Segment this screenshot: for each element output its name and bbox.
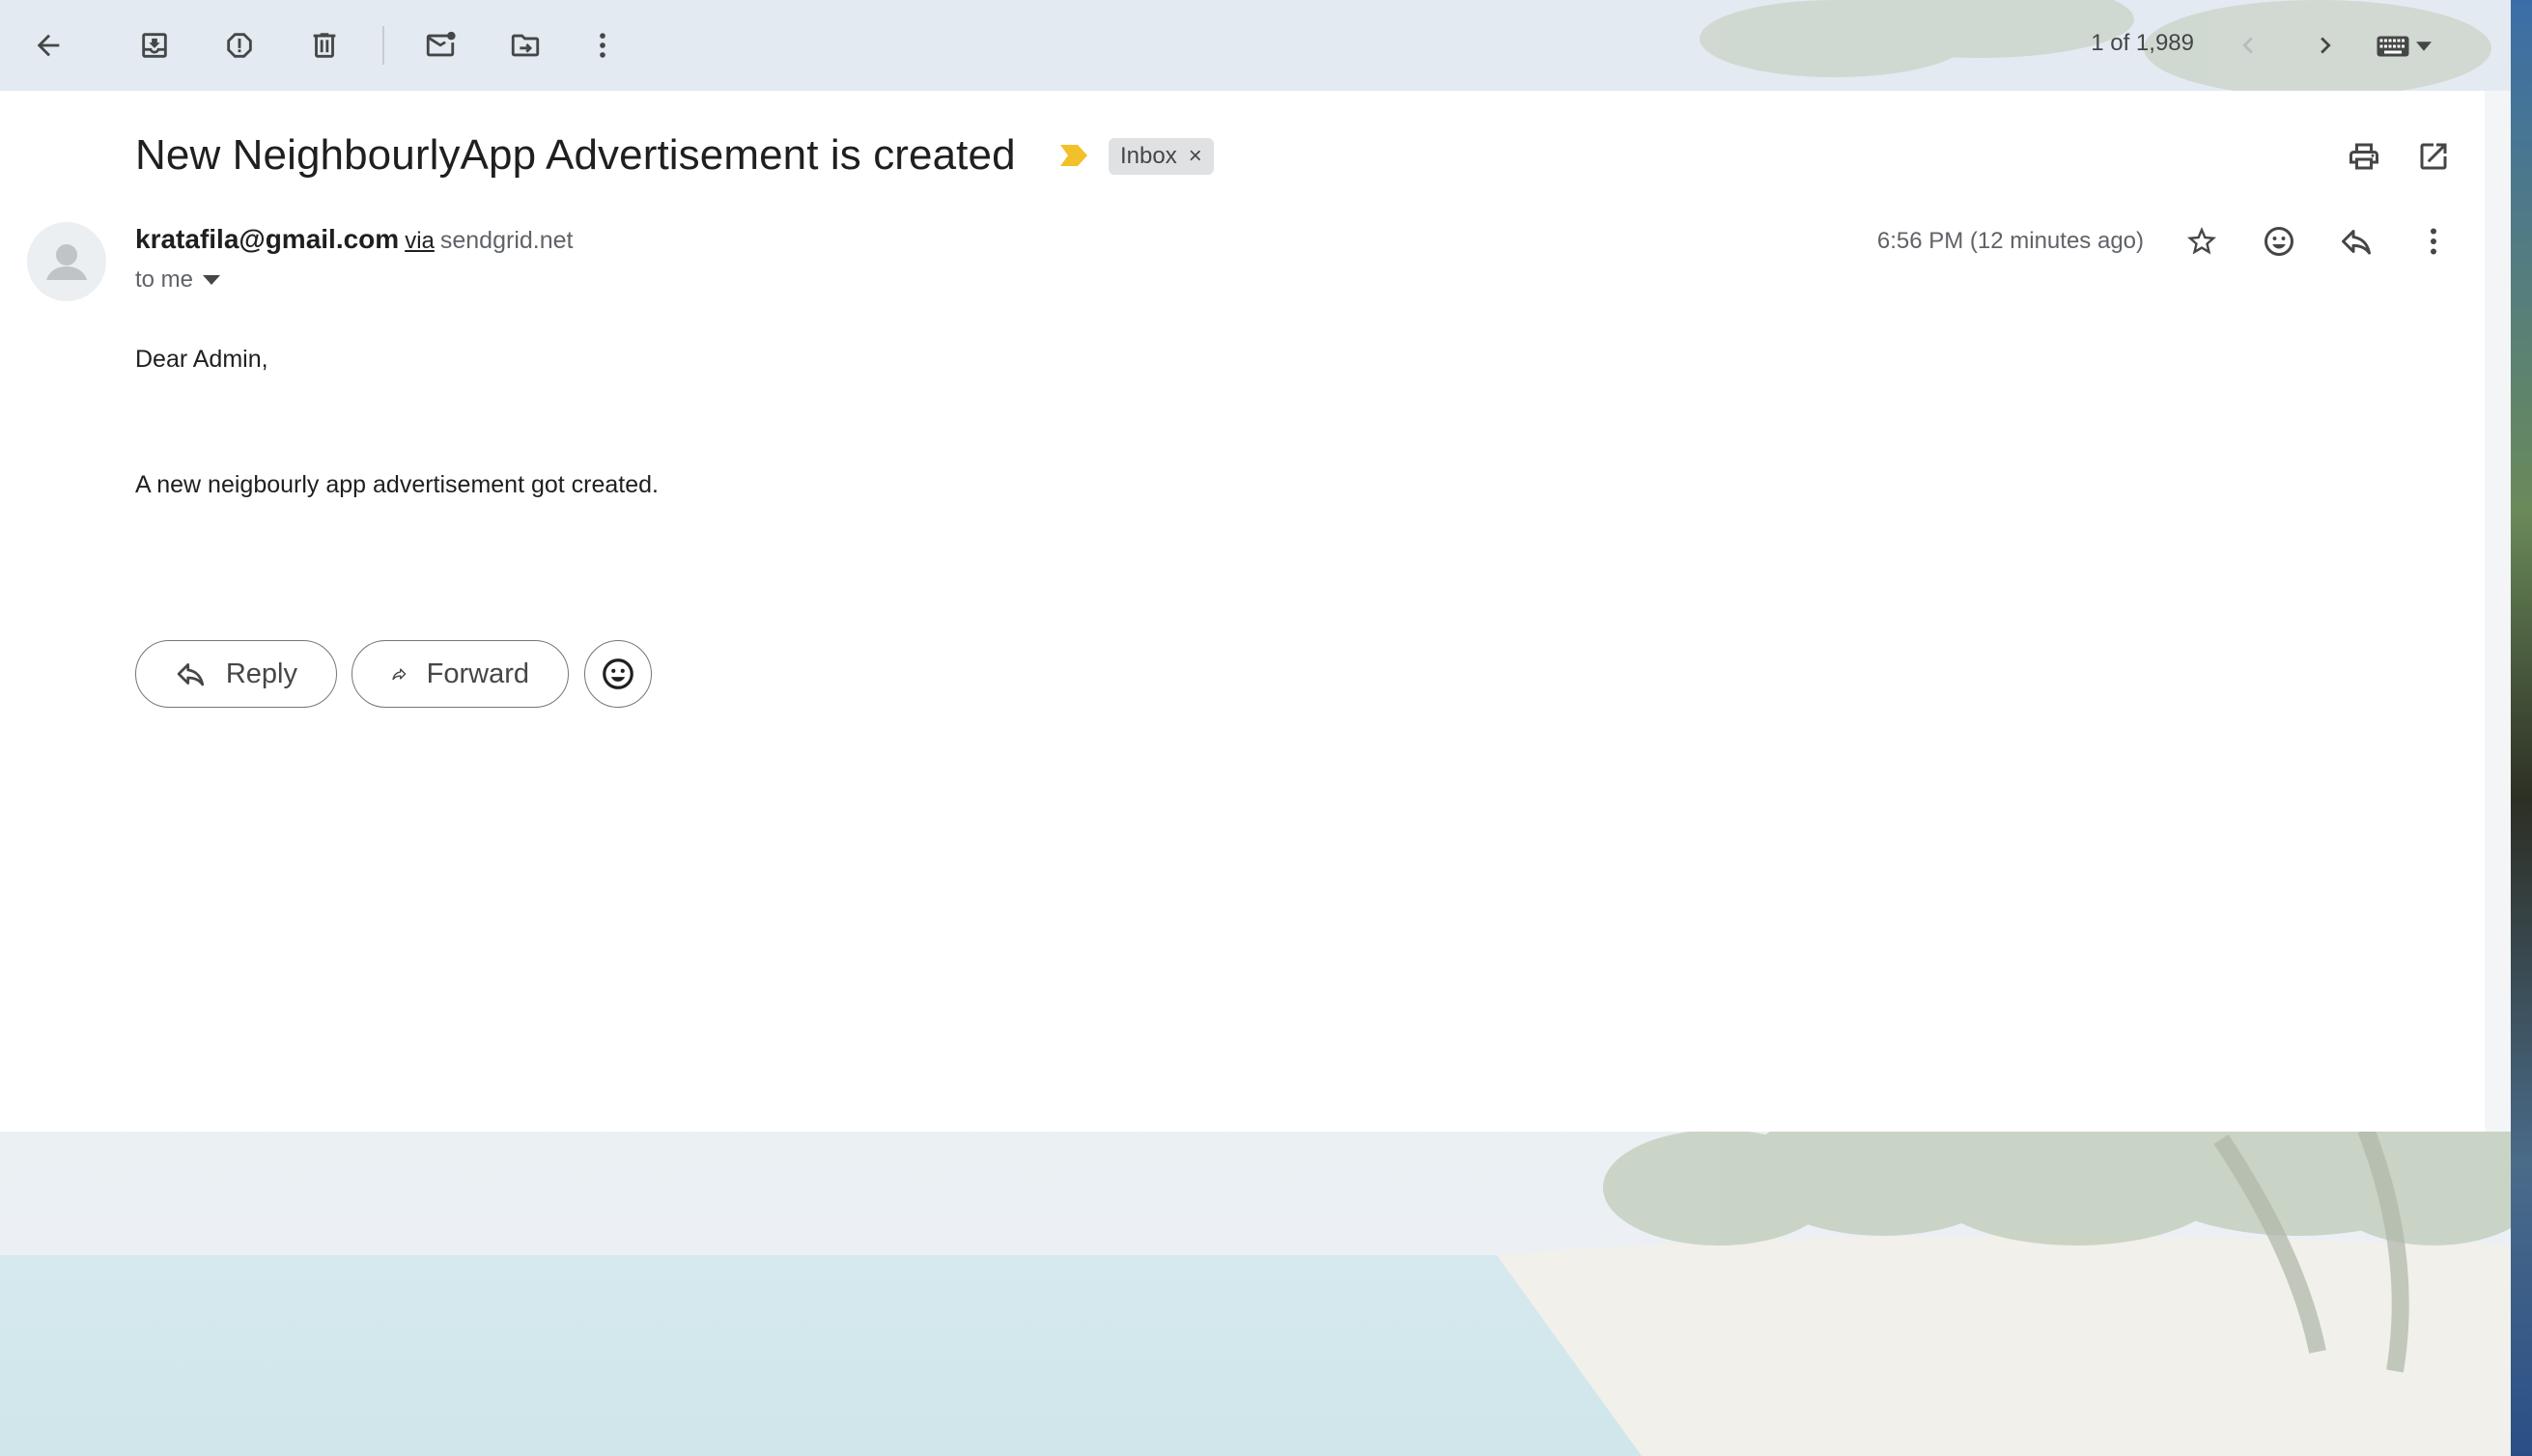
toolbar-divider — [382, 26, 384, 65]
archive-icon[interactable] — [131, 22, 178, 69]
back-icon[interactable] — [25, 22, 71, 69]
emoji-reaction-button[interactable] — [584, 640, 652, 708]
chevron-left-icon[interactable] — [2225, 22, 2271, 69]
email-body-text: A new neigbourly app advertisement got c… — [135, 471, 660, 498]
desktop-edge — [2511, 0, 2532, 1456]
more-vertical-icon[interactable] — [2410, 218, 2457, 265]
email-timestamp: 6:56 PM (12 minutes ago) — [1876, 228, 2144, 254]
emoji-icon — [603, 658, 633, 689]
sender-line: kratafila@gmail.com via sendgrid.net — [135, 224, 573, 255]
print-icon[interactable] — [2341, 133, 2387, 180]
email-body-greeting: Dear Admin, — [135, 346, 268, 373]
forward-button-label: Forward — [426, 658, 529, 689]
mark-unread-icon[interactable] — [417, 22, 464, 69]
message-toolbar: 1 of 1,989 — [0, 0, 2511, 91]
sender-email[interactable]: kratafila@gmail.com — [135, 224, 399, 254]
via-domain: sendgrid.net — [439, 227, 574, 254]
caret-down-icon — [203, 275, 221, 285]
more-vertical-icon[interactable] — [579, 22, 626, 69]
via-link[interactable]: via — [405, 228, 435, 254]
report-spam-icon[interactable] — [216, 22, 263, 69]
open-in-new-window-icon[interactable] — [2410, 133, 2457, 180]
reply-button[interactable]: Reply — [135, 640, 337, 708]
sender-avatar[interactable] — [27, 222, 106, 301]
move-to-folder-icon[interactable] — [502, 22, 549, 69]
trash-icon[interactable] — [301, 22, 348, 69]
remove-label-icon[interactable]: × — [1189, 143, 1202, 170]
chevron-right-icon[interactable] — [2302, 22, 2349, 69]
keyboard-icon[interactable] — [2376, 25, 2449, 68]
scrollbar-track[interactable] — [2485, 91, 2511, 1132]
caret-down-icon — [2416, 42, 2432, 51]
emoji-reaction-icon[interactable] — [2256, 218, 2302, 265]
reply-button-label: Reply — [225, 658, 297, 689]
recipient-details-toggle[interactable]: to me — [135, 266, 221, 294]
email-subject: New NeighbourlyApp Advertisement is crea… — [135, 131, 1016, 179]
message-counter: 1 of 1,989 — [2091, 30, 2194, 56]
inbox-label-chip[interactable]: Inbox × — [1109, 138, 1214, 175]
recipient-text: to me — [135, 266, 194, 293]
label-text: Inbox — [1120, 143, 1177, 169]
forward-button[interactable]: Forward — [352, 640, 569, 708]
reply-icon — [177, 663, 205, 686]
importance-marker-icon[interactable] — [1060, 145, 1087, 171]
reply-icon[interactable] — [2333, 218, 2379, 265]
forward-icon — [392, 668, 407, 681]
star-icon[interactable] — [2179, 218, 2225, 265]
